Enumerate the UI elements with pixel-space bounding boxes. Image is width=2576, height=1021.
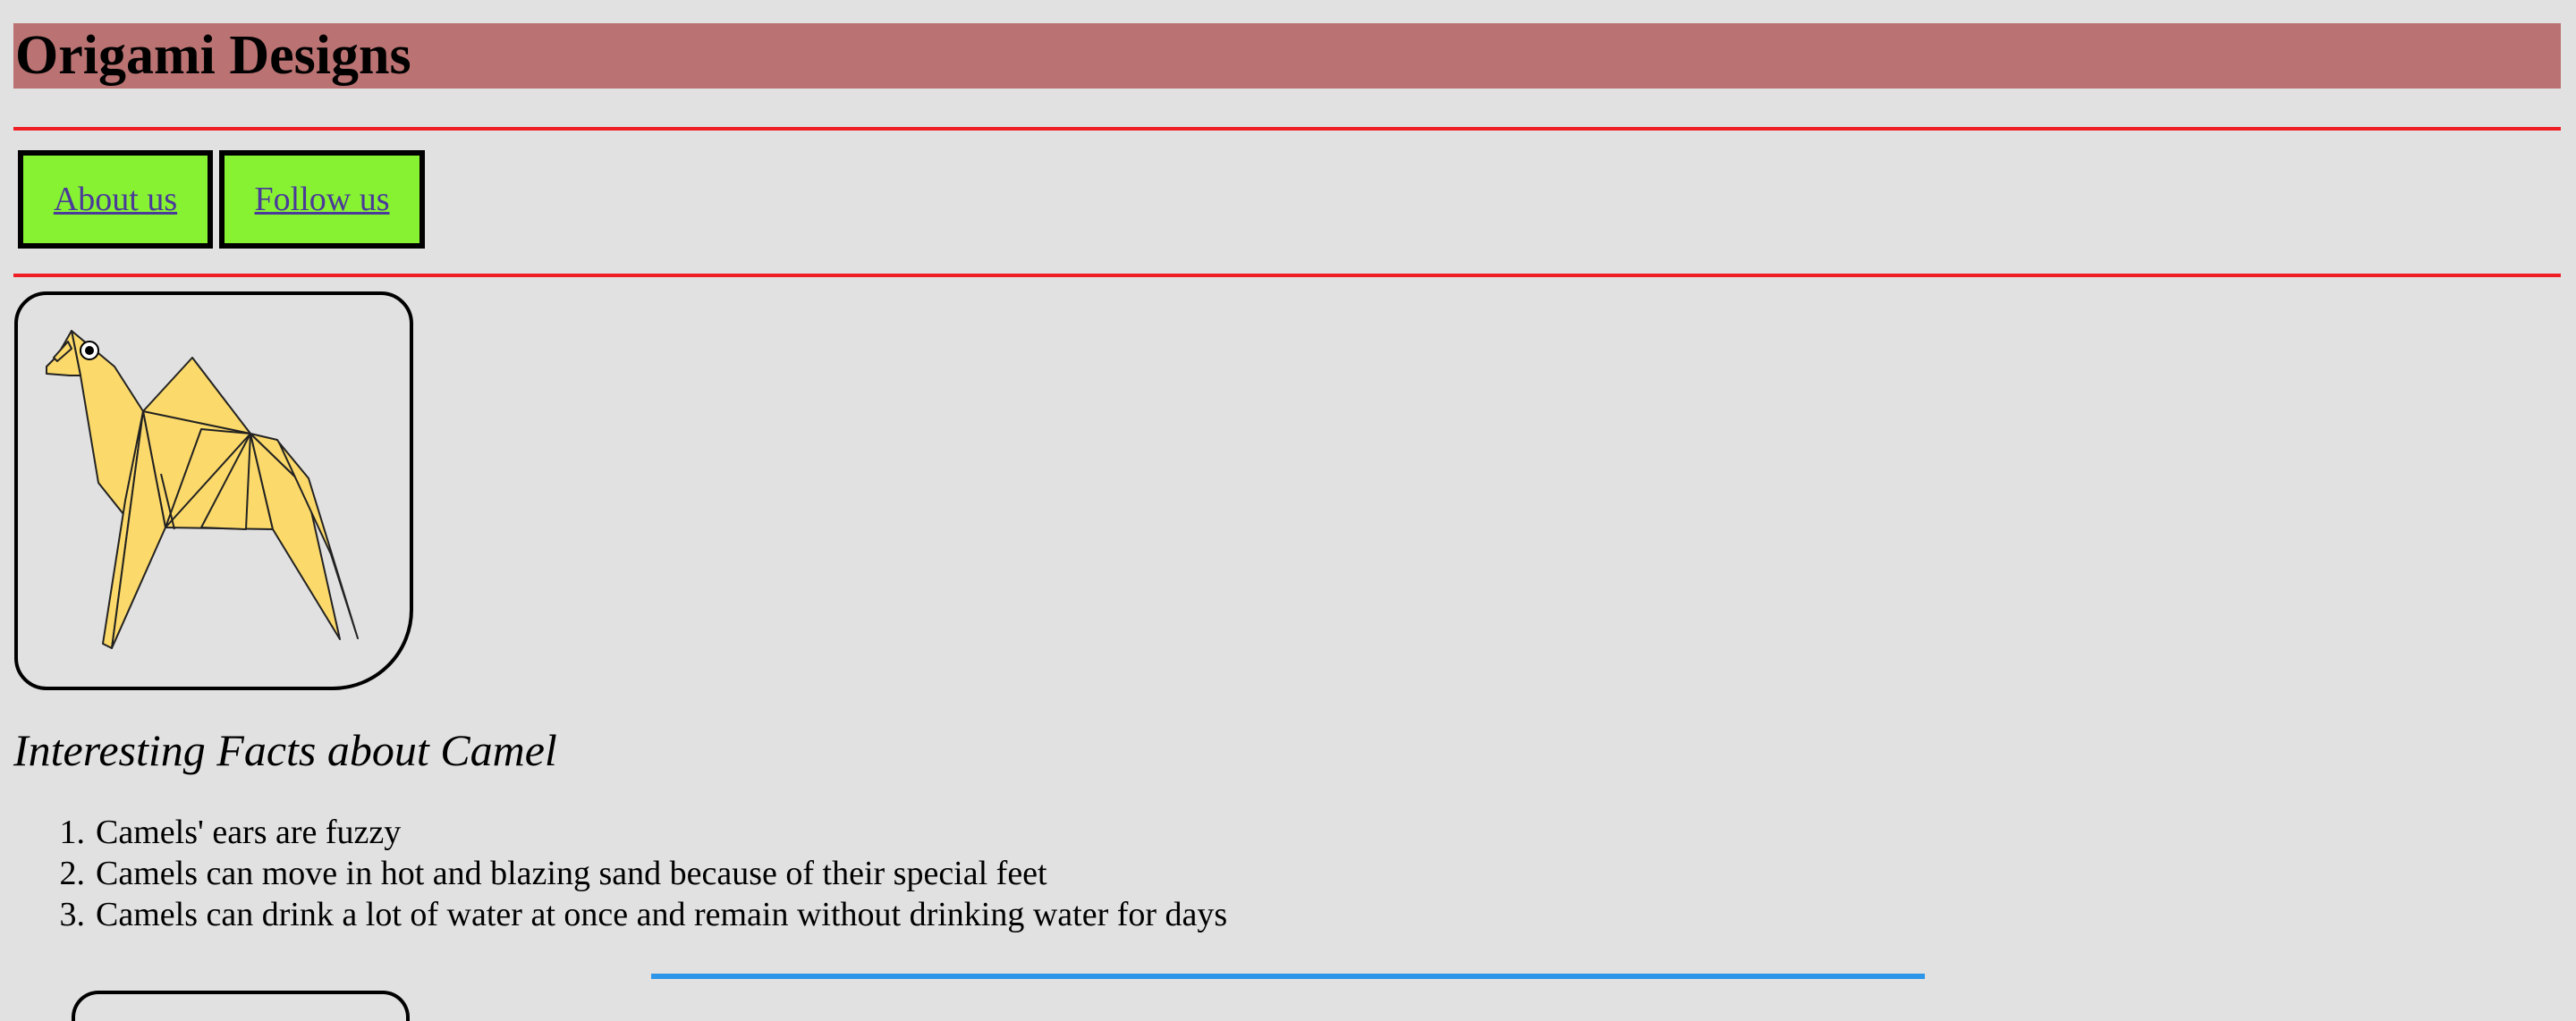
- list-item-text: Camels can drink a lot of water at once …: [96, 896, 1228, 933]
- page-title: Origami Designs: [15, 25, 411, 86]
- blue-divider: [651, 974, 1925, 979]
- list-item: 1. Camels' ears are fuzzy: [13, 812, 1227, 853]
- camel-image: [14, 291, 413, 690]
- list-item: 2. Camels can move in hot and blazing sa…: [13, 853, 1227, 894]
- list-item-number: 1.: [59, 814, 86, 851]
- title-banner: Origami Designs: [13, 23, 2561, 89]
- origami-camel-icon: [46, 330, 359, 649]
- list-item-number: 2.: [59, 855, 86, 892]
- facts-list: 1. Camels' ears are fuzzy 2. Camels can …: [13, 812, 1228, 935]
- bottom-divider: [13, 274, 2561, 277]
- list-item-text: Camels' ears are fuzzy: [96, 814, 402, 851]
- follow-us-link[interactable]: Follow us: [255, 180, 390, 219]
- about-us-button[interactable]: About us: [18, 150, 213, 249]
- list-item-text: Camels can move in hot and blazing sand …: [96, 855, 1047, 892]
- next-image-frame: [72, 991, 410, 1021]
- list-item-number: 3.: [59, 896, 86, 933]
- facts-heading: Interesting Facts about Camel: [13, 725, 557, 775]
- list-item: 3. Camels can drink a lot of water at on…: [13, 894, 1228, 935]
- top-divider: [13, 127, 2561, 131]
- follow-us-button[interactable]: Follow us: [219, 150, 425, 249]
- about-us-link[interactable]: About us: [54, 180, 177, 219]
